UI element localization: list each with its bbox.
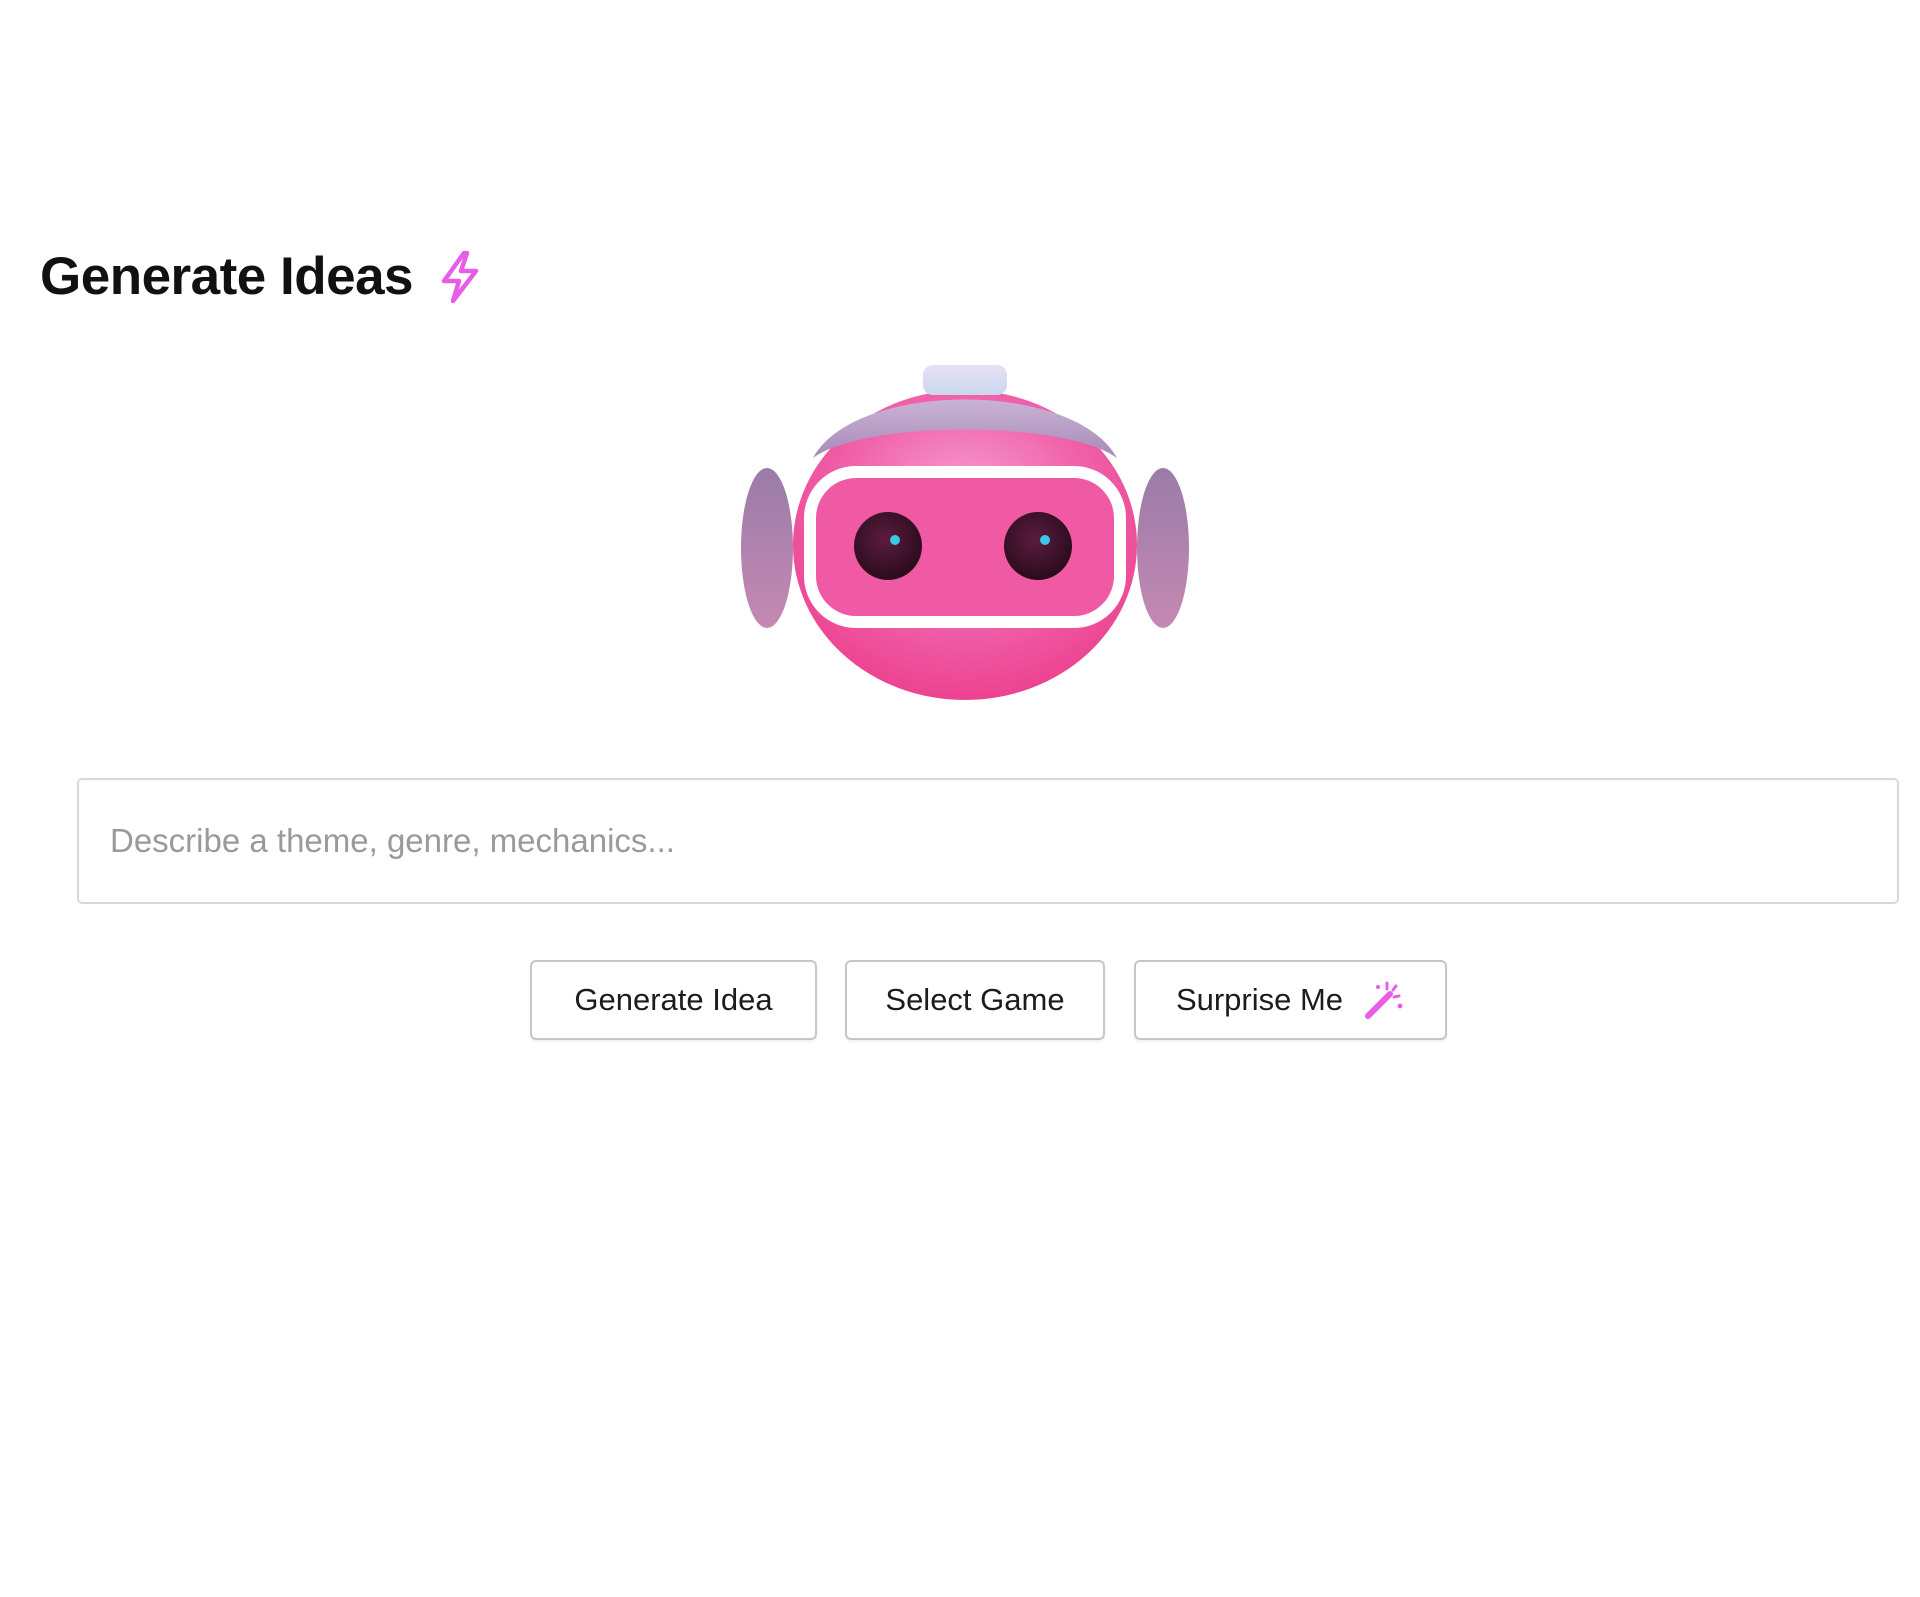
title-row: Generate Ideas (40, 250, 481, 303)
surprise-me-label: Surprise Me (1175, 982, 1344, 1017)
generate-idea-button[interactable]: Generate Idea (530, 960, 817, 1040)
surprise-me-button[interactable]: Surprise Me (1134, 960, 1447, 1040)
page-title: Generate Ideas (40, 247, 414, 306)
select-game-button[interactable]: Select Game (845, 960, 1105, 1040)
robot-head-icon (735, 360, 1195, 700)
prompt-input[interactable] (79, 780, 1897, 902)
select-game-label: Select Game (885, 982, 1065, 1017)
action-buttons: Generate Idea Select Game Surprise Me (0, 960, 1920, 1040)
generate-idea-label: Generate Idea (574, 982, 773, 1017)
generate-ideas-page: Generate Ideas Describe a theme, genre, … (0, 0, 1920, 1597)
prompt-field[interactable] (77, 778, 1899, 904)
lightning-bolt-icon (439, 250, 481, 303)
magic-wand-icon (1363, 979, 1405, 1021)
